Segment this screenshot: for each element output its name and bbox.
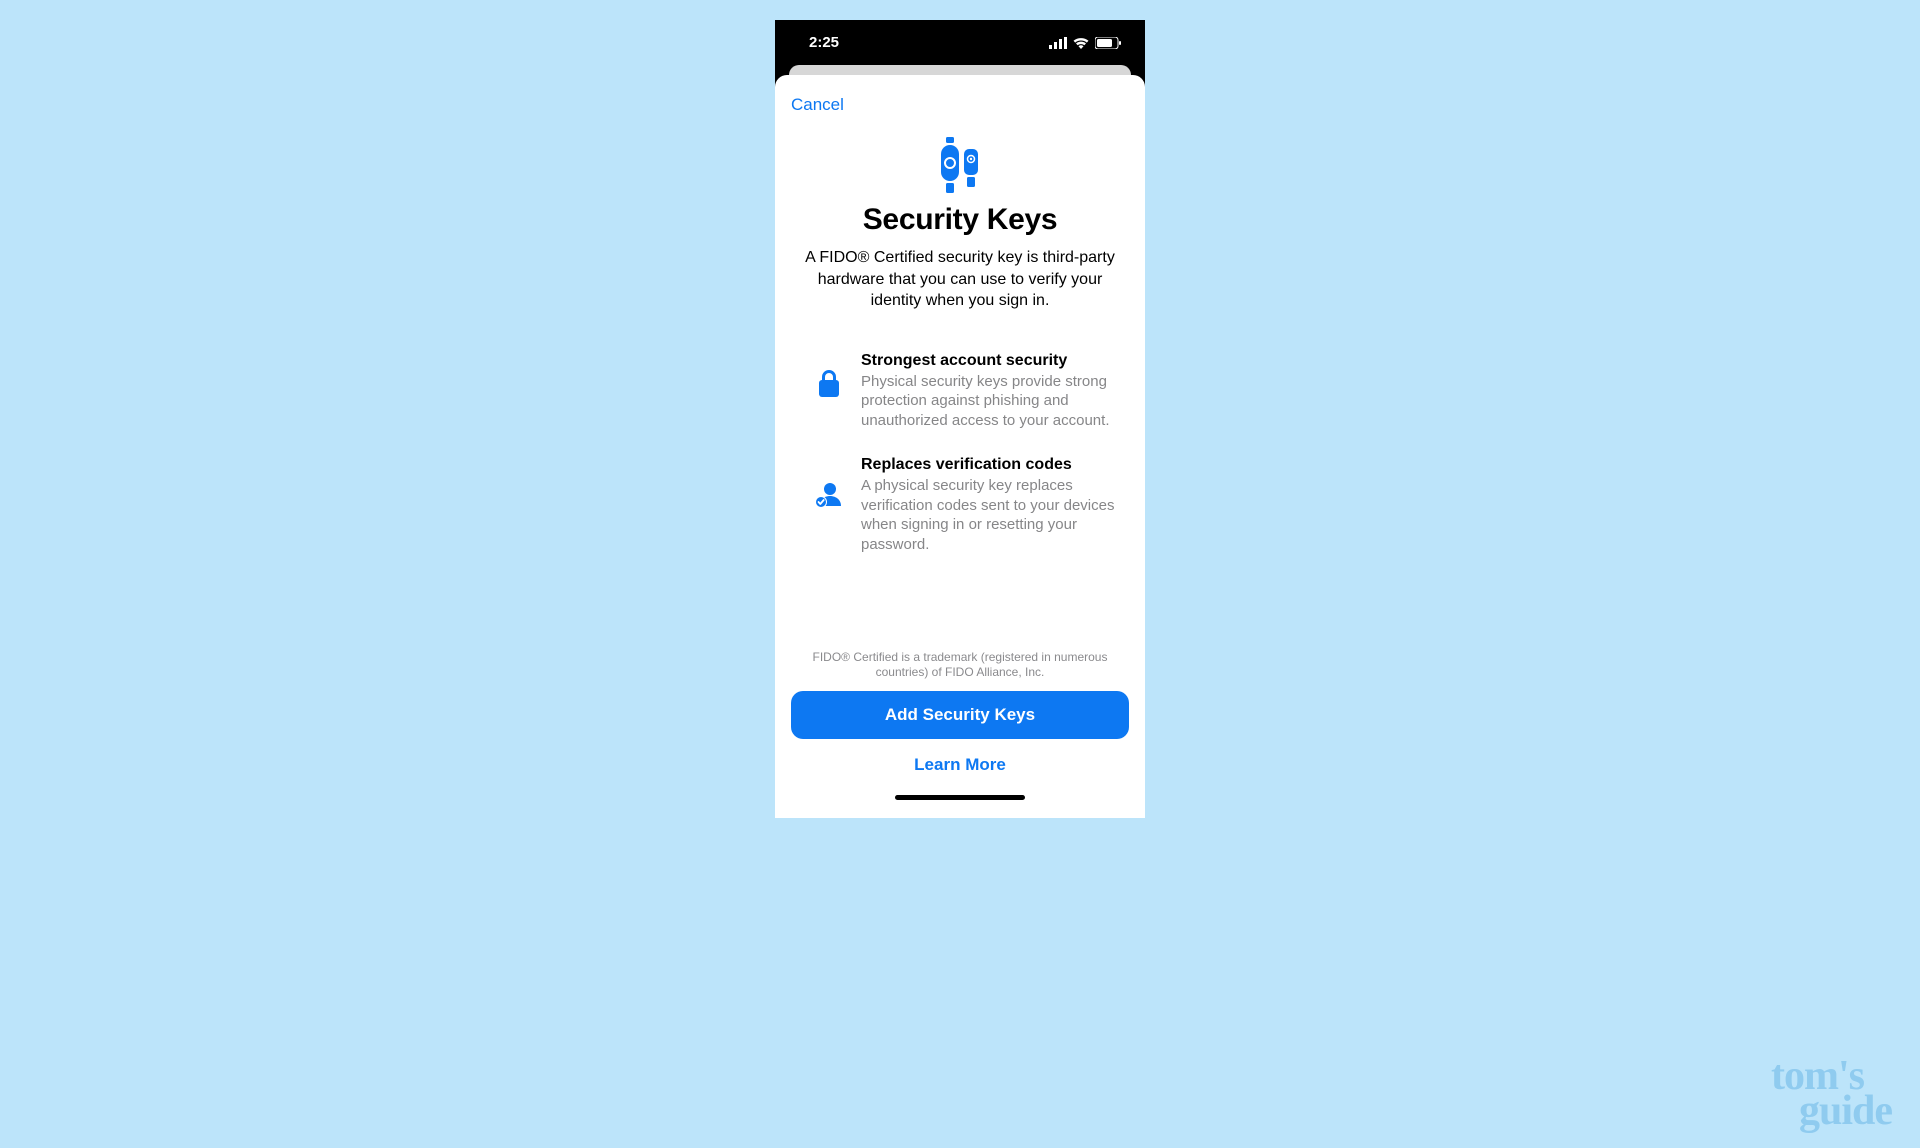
person-check-icon xyxy=(815,456,843,554)
status-bar: 2:25 xyxy=(775,20,1145,65)
trademark-text: FIDO® Certified is a trademark (register… xyxy=(791,650,1129,681)
home-indicator[interactable] xyxy=(895,795,1025,800)
background-sheet-peek xyxy=(789,65,1131,75)
status-indicators xyxy=(1049,37,1121,49)
feature-item-verification: Replaces verification codes A physical s… xyxy=(815,456,1117,554)
battery-icon xyxy=(1095,37,1121,49)
feature-description: A physical security key replaces verific… xyxy=(861,476,1117,554)
cellular-icon xyxy=(1049,37,1067,49)
page-subtitle: A FIDO® Certified security key is third-… xyxy=(791,247,1129,312)
feature-title: Strongest account security xyxy=(861,352,1117,370)
learn-more-link[interactable]: Learn More xyxy=(914,755,1006,775)
hero-section: Security Keys A FIDO® Certified security… xyxy=(791,135,1129,312)
sheet-footer: FIDO® Certified is a trademark (register… xyxy=(791,650,1129,818)
feature-title: Replaces verification codes xyxy=(861,456,1117,474)
wifi-icon xyxy=(1073,37,1089,49)
lock-icon xyxy=(815,352,843,431)
feature-item-security: Strongest account security Physical secu… xyxy=(815,352,1117,431)
status-time: 2:25 xyxy=(809,34,839,51)
feature-description: Physical security keys provide strong pr… xyxy=(861,372,1117,431)
security-keys-sheet: Cancel Security Keys xyxy=(775,75,1145,818)
phone-frame: 2:25 Cancel xyxy=(775,20,1145,818)
cancel-button[interactable]: Cancel xyxy=(791,95,844,115)
feature-list: Strongest account security Physical secu… xyxy=(791,352,1129,581)
page-title: Security Keys xyxy=(791,203,1129,237)
add-security-keys-button[interactable]: Add Security Keys xyxy=(791,691,1129,739)
watermark-line2: guide xyxy=(1771,1094,1892,1130)
security-keys-icon xyxy=(791,135,1129,195)
toms-guide-watermark: tom's guide xyxy=(1771,1059,1892,1130)
